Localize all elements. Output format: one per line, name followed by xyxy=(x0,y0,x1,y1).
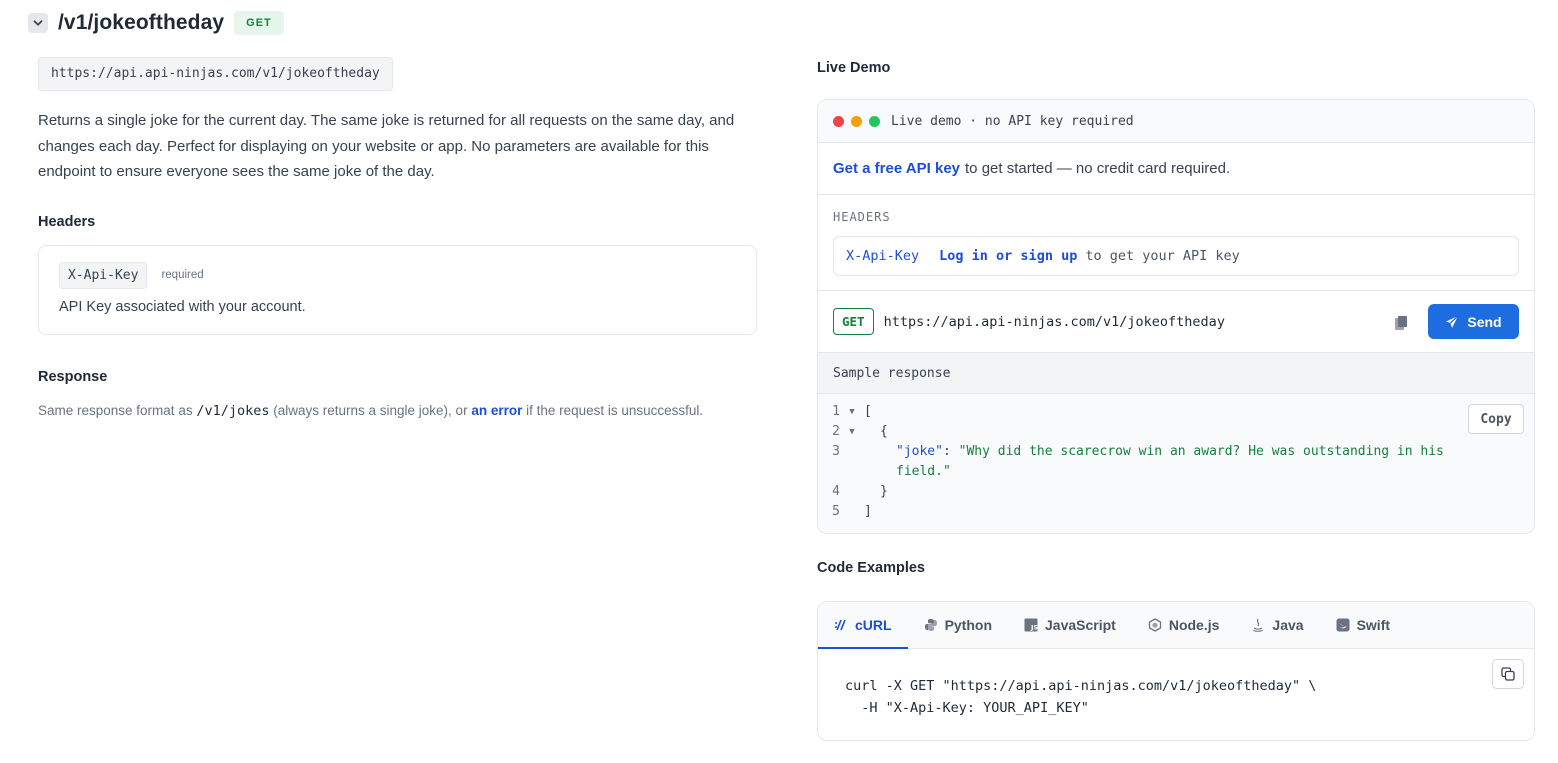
sample-response-bar: Sample response xyxy=(818,353,1534,394)
code-line-wrap: field." xyxy=(818,462,1534,482)
line-number: 5 xyxy=(832,504,840,519)
demo-bar-text: Live demo · no API key required xyxy=(891,113,1134,129)
code-line: 5 ] xyxy=(818,502,1534,522)
nodejs-icon xyxy=(1148,618,1161,632)
header-key-chip: X-Api-Key xyxy=(59,261,148,289)
header-key-description: API Key associated with your account. xyxy=(59,298,306,315)
request-url[interactable]: https://api.api-ninjas.com/v1/jokeofthed… xyxy=(884,314,1225,330)
json-colon: : xyxy=(942,444,959,459)
demo-title-bar: Live demo · no API key required xyxy=(818,100,1534,143)
collapse-button[interactable] xyxy=(28,13,48,33)
json-key: "joke" xyxy=(896,444,943,459)
code-line: 2 ▼ { xyxy=(818,422,1534,442)
copy-button[interactable]: Copy xyxy=(1468,404,1524,434)
required-label: required xyxy=(161,269,204,281)
sample-response-code: 1 ▼ [ 2 ▼ { 3 "joke": "Why did the scare… xyxy=(818,394,1534,533)
line-number: 3 xyxy=(832,444,840,459)
sample-response-label: Sample response xyxy=(833,365,951,381)
headers-title: Headers xyxy=(38,213,96,230)
demo-headers-label: HEADERS xyxy=(833,210,891,224)
response-note: Same response format as /v1/jokes (alway… xyxy=(38,403,757,419)
endpoint-header: /v1/jokeoftheday GET xyxy=(28,10,284,36)
api-key-row: Get a free API key to get started — no c… xyxy=(818,143,1534,195)
tab-label: cURL xyxy=(855,617,892,633)
line-number: 2 xyxy=(832,424,840,439)
response-note-suffix: if the request is unsuccessful. xyxy=(522,402,704,418)
request-method: GET xyxy=(833,308,874,335)
demo-header-text: to get your API key xyxy=(1085,248,1240,264)
right-column: Live Demo Live demo · no API key require… xyxy=(817,57,1535,741)
jokes-endpoint-code: /v1/jokes xyxy=(196,402,270,419)
fold-arrow-icon[interactable]: ▼ xyxy=(840,402,864,422)
demo-header-key: X-Api-Key xyxy=(846,248,920,264)
code-text: { xyxy=(880,424,888,439)
code-text: ] xyxy=(864,504,872,519)
response-note-prefix: Same response format as xyxy=(38,402,197,418)
fold-arrow-icon[interactable]: ▼ xyxy=(840,422,864,442)
tab-label: Node.js xyxy=(1168,617,1220,633)
tab-python[interactable]: Python xyxy=(908,602,1008,648)
tab-java[interactable]: Java xyxy=(1235,602,1319,648)
response-note-middle: (always returns a single joke), or xyxy=(269,402,472,418)
send-label: Send xyxy=(1467,313,1502,330)
endpoint-title: /v1/jokeoftheday xyxy=(58,11,225,34)
javascript-icon: JS xyxy=(1024,618,1038,632)
yellow-dot-icon xyxy=(851,115,862,127)
code-examples-card: cURL Python JS JavaScript Node.js Java S… xyxy=(817,601,1535,741)
live-demo-card: Live demo · no API key required Get a fr… xyxy=(817,99,1535,534)
code-line: 4 } xyxy=(818,482,1534,502)
red-dot-icon xyxy=(833,115,844,127)
tab-nodejs[interactable]: Node.js xyxy=(1132,602,1236,648)
python-icon xyxy=(924,619,937,631)
line-number: 4 xyxy=(832,484,840,499)
endpoint-url: https://api.api-ninjas.com/v1/jokeofthed… xyxy=(38,57,393,91)
paper-plane-icon xyxy=(1446,315,1459,328)
login-signup-link[interactable]: Log in or sign up xyxy=(939,248,1077,264)
svg-text:JS: JS xyxy=(1030,624,1038,632)
copy-icon xyxy=(1501,667,1515,681)
java-icon xyxy=(1253,618,1264,632)
terminal-slashes-icon xyxy=(835,619,846,631)
json-value-continued: field." xyxy=(896,464,951,479)
code-text: } xyxy=(880,484,888,499)
curl-code-block: curl -X GET "https://api.api-ninjas.com/… xyxy=(845,678,1317,716)
code-line: 1 ▼ [ xyxy=(818,402,1534,422)
chevron-down-icon xyxy=(33,20,43,26)
method-badge: GET xyxy=(234,11,284,35)
live-demo-title: Live Demo xyxy=(817,60,891,76)
request-row: GET https://api.api-ninjas.com/v1/jokeof… xyxy=(818,291,1534,353)
endpoint-docs: https://api.api-ninjas.com/v1/jokeofthed… xyxy=(38,57,757,419)
copy-code-button[interactable] xyxy=(1492,659,1524,689)
demo-header-row: X-Api-Key Log in or sign up to get your … xyxy=(833,236,1519,276)
header-card: X-Api-Key required API Key associated wi… xyxy=(38,244,757,335)
tab-javascript[interactable]: JS JavaScript xyxy=(1008,602,1132,648)
api-key-text: to get started — no credit card required… xyxy=(965,160,1231,177)
tab-label: Java xyxy=(1272,617,1304,633)
code-line: 3 "joke": "Why did the scarecrow win an … xyxy=(818,442,1534,462)
tab-label: Swift xyxy=(1356,617,1391,633)
swift-icon xyxy=(1336,618,1350,632)
green-dot-icon xyxy=(869,115,880,127)
code-text: [ xyxy=(864,404,872,419)
tab-label: JavaScript xyxy=(1045,617,1116,633)
response-title: Response xyxy=(38,368,108,385)
code-examples-title: Code Examples xyxy=(817,560,925,576)
demo-headers-section: HEADERS X-Api-Key Log in or sign up to g… xyxy=(818,195,1534,291)
tab-curl[interactable]: cURL xyxy=(818,602,908,649)
clipboard-icon[interactable] xyxy=(1394,315,1408,331)
endpoint-description: Returns a single joke for the current da… xyxy=(38,112,735,180)
error-link[interactable]: an error xyxy=(471,403,522,418)
get-api-key-link[interactable]: Get a free API key xyxy=(833,160,960,177)
tab-swift[interactable]: Swift xyxy=(1320,602,1406,648)
send-button[interactable]: Send xyxy=(1428,304,1519,339)
tab-label: Python xyxy=(944,617,993,633)
code-tabs: cURL Python JS JavaScript Node.js Java S… xyxy=(818,602,1534,649)
line-number: 1 xyxy=(832,404,840,419)
json-value: "Why did the scarecrow win an award? He … xyxy=(958,444,1444,459)
